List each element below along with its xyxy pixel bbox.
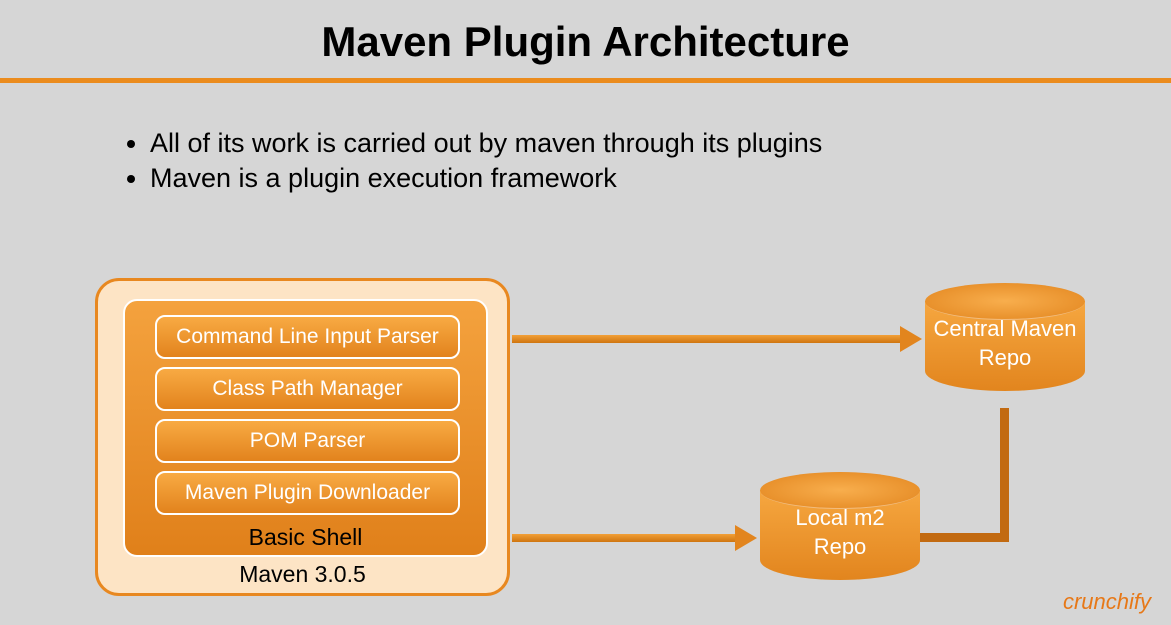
local-repo-label: Local m2Repo bbox=[760, 504, 920, 561]
brand-watermark: crunchify bbox=[1063, 589, 1151, 615]
component-plugin-downloader: Maven Plugin Downloader bbox=[155, 471, 460, 515]
divider bbox=[0, 78, 1171, 83]
component-cli-parser: Command Line Input Parser bbox=[155, 315, 460, 359]
maven-version-label: Maven 3.0.5 bbox=[98, 561, 507, 588]
bullet-item: Maven is a plugin execution framework bbox=[150, 163, 1171, 194]
connector-horizontal bbox=[919, 533, 1004, 542]
component-classpath-manager: Class Path Manager bbox=[155, 367, 460, 411]
connector-vertical bbox=[1000, 408, 1009, 542]
maven-container: Command Line Input Parser Class Path Man… bbox=[95, 278, 510, 596]
local-m2-repo: Local m2Repo bbox=[760, 472, 920, 597]
central-repo-label: Central MavenRepo bbox=[925, 315, 1085, 372]
page-title: Maven Plugin Architecture bbox=[0, 0, 1171, 78]
bullet-item: All of its work is carried out by maven … bbox=[150, 128, 1171, 159]
basic-shell-container: Command Line Input Parser Class Path Man… bbox=[123, 299, 488, 557]
arrow-to-local bbox=[512, 534, 737, 542]
basic-shell-label: Basic Shell bbox=[125, 524, 486, 551]
bullet-list: All of its work is carried out by maven … bbox=[110, 128, 1171, 194]
component-pom-parser: POM Parser bbox=[155, 419, 460, 463]
arrow-to-central bbox=[512, 335, 902, 343]
central-maven-repo: Central MavenRepo bbox=[925, 283, 1085, 408]
